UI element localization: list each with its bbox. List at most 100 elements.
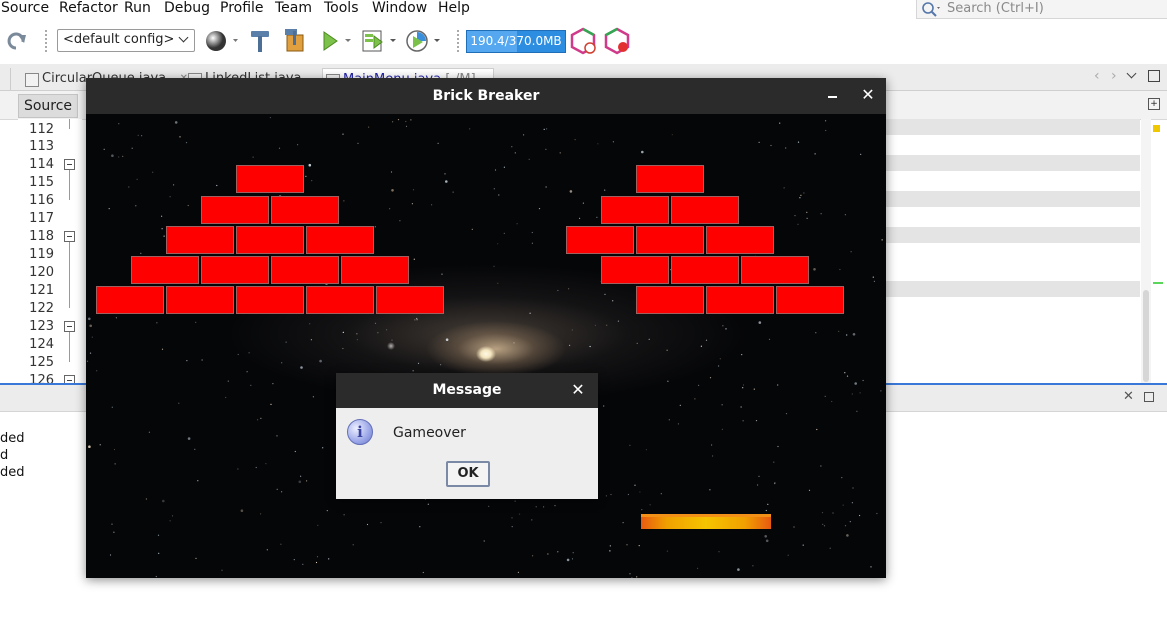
star: [322, 447, 324, 449]
window-title-bar[interactable]: Brick Breaker ✕: [86, 78, 886, 114]
star: [444, 173, 446, 175]
star: [131, 147, 133, 149]
run-icon[interactable]: [320, 30, 354, 54]
star: [483, 540, 485, 542]
apply-code-changes-icon[interactable]: [570, 27, 598, 55]
star: [758, 321, 762, 324]
star: [272, 383, 274, 385]
star: [873, 280, 876, 282]
brick: [201, 196, 269, 224]
editor-scrollbar-thumb[interactable]: [1143, 290, 1149, 382]
fold-toggle-icon[interactable]: [64, 159, 75, 170]
paddle[interactable]: [641, 514, 771, 529]
star: [709, 377, 712, 379]
star: [163, 235, 165, 237]
menu-refactor[interactable]: Refactor: [59, 0, 118, 17]
star: [603, 405, 605, 407]
star: [679, 404, 681, 406]
star: [185, 142, 188, 144]
star: [356, 339, 358, 341]
star: [513, 342, 515, 344]
line-number: 124: [29, 337, 54, 352]
config-select[interactable]: <default config>: [57, 29, 195, 52]
fold-toggle-icon[interactable]: [64, 321, 75, 332]
star: [498, 194, 500, 196]
menu-tools[interactable]: Tools: [324, 0, 359, 17]
close-icon[interactable]: ✕: [1123, 389, 1134, 404]
dialog-title-bar[interactable]: Message ✕: [336, 373, 598, 408]
redo-icon[interactable]: [6, 31, 28, 51]
globe-icon[interactable]: [205, 30, 239, 54]
star: [860, 153, 862, 155]
star: [604, 293, 606, 295]
ok-button[interactable]: OK: [446, 461, 490, 487]
star: [825, 120, 827, 122]
star: [815, 332, 817, 334]
star: [357, 142, 359, 144]
star: [806, 217, 808, 219]
star: [846, 334, 848, 336]
brick: [166, 286, 234, 314]
star: [111, 406, 113, 408]
menu-profile[interactable]: Profile: [220, 0, 264, 17]
star: [109, 554, 112, 556]
star: [216, 184, 218, 187]
star: [832, 512, 834, 514]
star: [612, 300, 614, 302]
star: [503, 232, 505, 234]
star: [111, 154, 114, 157]
star: [531, 231, 533, 234]
restore-icon[interactable]: [1144, 392, 1154, 402]
star: [511, 146, 513, 148]
search-placeholder: Search (Ctrl+I): [947, 1, 1044, 16]
star: [740, 406, 742, 408]
chevron-down-icon[interactable]: [1126, 68, 1137, 79]
profile-ide-icon[interactable]: [604, 27, 632, 55]
star: [856, 410, 858, 412]
star: [417, 362, 420, 364]
menu-run[interactable]: Run: [124, 0, 151, 17]
line-number: 113: [29, 139, 54, 154]
menu-window[interactable]: Window: [372, 0, 427, 17]
memory-indicator[interactable]: 190.4/370.0MB: [466, 30, 566, 53]
code-line-highlight: [886, 155, 1140, 171]
clean-build-icon[interactable]: [281, 27, 309, 55]
star: [397, 119, 400, 121]
star: [416, 317, 418, 320]
star: [195, 557, 197, 559]
star: [596, 216, 598, 218]
profile-icon[interactable]: [405, 28, 445, 54]
star: [765, 509, 767, 512]
line-number: 118: [29, 229, 54, 244]
star: [197, 480, 199, 482]
menu-help[interactable]: Help: [438, 0, 470, 17]
minimize-icon[interactable]: [828, 96, 837, 98]
search-field[interactable]: Search (Ctrl+I): [916, 0, 1167, 19]
menu-source[interactable]: Source: [1, 0, 49, 17]
star: [201, 359, 203, 361]
line-number: 121: [29, 283, 54, 298]
menu-team[interactable]: Team: [275, 0, 312, 17]
brick-breaker-window: Brick Breaker ✕: [86, 78, 886, 578]
star: [270, 403, 272, 405]
close-icon[interactable]: ✕: [570, 381, 586, 399]
chevron-right-icon[interactable]: ›: [1111, 68, 1117, 84]
close-icon[interactable]: ✕: [860, 86, 876, 104]
star: [276, 488, 278, 490]
fold-toggle-icon[interactable]: [64, 231, 75, 242]
star: [742, 387, 744, 389]
warning-marker[interactable]: [1153, 125, 1160, 132]
star: [514, 500, 516, 502]
debug-icon[interactable]: [361, 28, 401, 54]
source-button[interactable]: Source: [18, 94, 78, 118]
star: [870, 566, 872, 568]
menu-debug[interactable]: Debug: [164, 0, 210, 17]
star: [187, 204, 189, 207]
star: [255, 466, 257, 469]
split-editor-icon[interactable]: +: [1148, 98, 1160, 110]
chevron-left-icon[interactable]: ‹: [1094, 68, 1100, 84]
build-hammer-icon[interactable]: [248, 28, 272, 54]
game-canvas[interactable]: [86, 114, 886, 578]
maximize-icon[interactable]: [1148, 70, 1160, 82]
star: [148, 431, 150, 433]
